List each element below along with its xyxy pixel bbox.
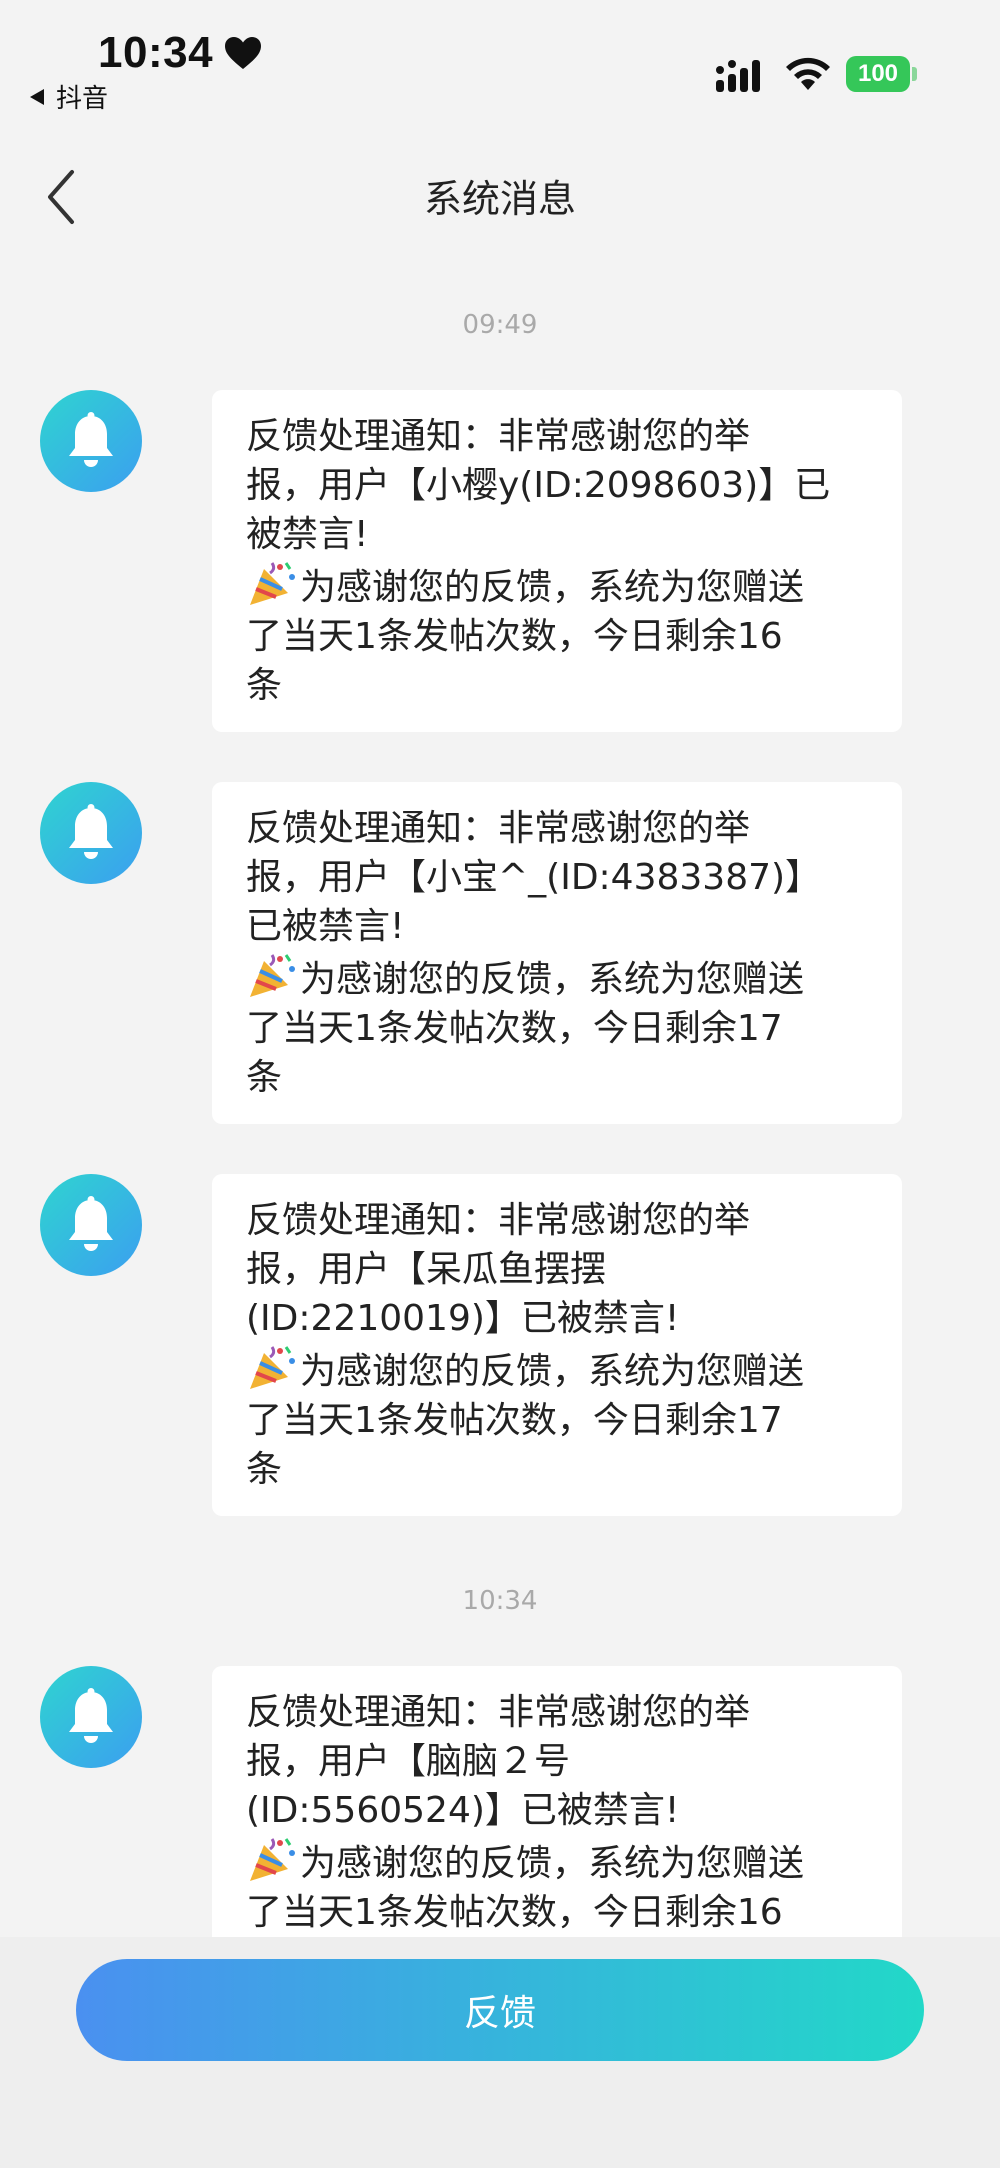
heart-icon — [225, 37, 261, 69]
message-line: 反馈处理通知：非常感谢您的举 — [246, 1200, 751, 1241]
message-text: 为感谢您的反馈，系统为您赠送 — [300, 959, 805, 1000]
bell-icon — [69, 412, 113, 467]
message-text: 为感谢您的反馈，系统为您赠送 — [300, 1843, 805, 1884]
message-line: 了当天1条发帖次数，今日剩余16 — [246, 1892, 783, 1933]
bell-icon — [69, 804, 113, 859]
bell-icon — [69, 1196, 113, 1251]
message-line: 了当天1条发帖次数，今日剩余16 — [246, 616, 783, 657]
message-bubble: 反馈处理通知：非常感谢您的举 报，用户【呆瓜鱼摆摆 (ID:2210019)】已… — [212, 1174, 902, 1516]
message-line: 报，用户【小樱y(ID:2098603)】已 — [246, 465, 831, 506]
party-popper-icon — [250, 562, 295, 605]
message-line: 了当天1条发帖次数，今日剩余17 — [246, 1400, 783, 1441]
message-item: 反馈处理通知：非常感谢您的举 报，用户【小樱y(ID:2098603)】已 被禁… — [40, 390, 1000, 732]
message-line: (ID:5560524)】已被禁言! — [246, 1790, 680, 1831]
message-line: (ID:2210019)】已被禁言! — [246, 1298, 680, 1339]
status-time: 10:34 — [98, 28, 214, 77]
wifi-icon — [786, 57, 830, 90]
message-bubble: 反馈处理通知：非常感谢您的举 报，用户【小樱y(ID:2098603)】已 被禁… — [212, 390, 902, 732]
message-line: 报，用户【小宝^_(ID:4383387)】 — [246, 857, 822, 898]
bottom-bar: 反馈 — [0, 1937, 1000, 2168]
time-separator: 09:49 — [462, 310, 538, 340]
message-line: 条 — [246, 1449, 283, 1490]
system-avatar — [40, 1666, 142, 1768]
battery-level: 100 — [846, 56, 910, 92]
message-line: 反馈处理通知：非常感谢您的举 — [246, 808, 751, 849]
message-line-with-emoji: 为感谢您的反馈，系统为您赠送 — [246, 1343, 874, 1396]
message-feed[interactable]: 09:49 反馈处理通知：非常感谢您的举 报，用户【小樱y(ID:2098603… — [0, 290, 1000, 2009]
feedback-button[interactable]: 反馈 — [76, 1959, 924, 2061]
message-line-with-emoji: 为感谢您的反馈，系统为您赠送 — [246, 559, 874, 612]
status-bar: 10:34 抖音 100 — [0, 0, 1000, 120]
back-triangle-icon — [30, 88, 44, 105]
time-separator: 10:34 — [462, 1586, 538, 1616]
message-bubble: 反馈处理通知：非常感谢您的举 报，用户【小宝^_(ID:4383387)】 已被… — [212, 782, 902, 1124]
party-popper-icon — [250, 1838, 295, 1881]
message-line-with-emoji: 为感谢您的反馈，系统为您赠送 — [246, 951, 874, 1004]
message-line: 被禁言! — [246, 514, 369, 555]
message-line: 了当天1条发帖次数，今日剩余17 — [246, 1008, 783, 1049]
message-item: 反馈处理通知：非常感谢您的举 报，用户【呆瓜鱼摆摆 (ID:2210019)】已… — [40, 1174, 1000, 1516]
message-line: 报，用户【脑脑２号 — [246, 1741, 571, 1782]
system-avatar — [40, 390, 142, 492]
message-line: 条 — [246, 665, 283, 706]
message-item: 反馈处理通知：非常感谢您的举 报，用户【小宝^_(ID:4383387)】 已被… — [40, 782, 1000, 1124]
signal-icon — [716, 60, 760, 92]
message-line: 条 — [246, 1057, 283, 1098]
nav-bar: 系统消息 — [0, 150, 1000, 240]
message-line: 反馈处理通知：非常感谢您的举 — [246, 416, 751, 457]
message-line-with-emoji: 为感谢您的反馈，系统为您赠送 — [246, 1835, 874, 1888]
back-to-app-link[interactable]: 抖音 — [30, 78, 108, 115]
bell-icon — [69, 1688, 113, 1743]
system-avatar — [40, 782, 142, 884]
battery-tip — [912, 67, 917, 81]
message-line: 反馈处理通知：非常感谢您的举 — [246, 1692, 751, 1733]
page-title: 系统消息 — [423, 177, 576, 221]
system-messages-screen: 10:34 抖音 100 系统消息 09:49 反馈处理通知：非常感谢您的举 报… — [0, 0, 1000, 2168]
party-popper-icon — [250, 954, 295, 997]
system-avatar — [40, 1174, 142, 1276]
message-item: 反馈处理通知：非常感谢您的举 报，用户【脑脑２号 (ID:5560524)】已被… — [40, 1666, 1000, 1959]
battery-indicator: 100 — [846, 56, 917, 92]
message-line: 已被禁言! — [246, 906, 405, 947]
message-line: 报，用户【呆瓜鱼摆摆 — [246, 1249, 607, 1290]
back-app-label: 抖音 — [56, 84, 109, 114]
message-text: 为感谢您的反馈，系统为您赠送 — [300, 1351, 805, 1392]
message-text: 为感谢您的反馈，系统为您赠送 — [300, 567, 805, 608]
message-bubble: 反馈处理通知：非常感谢您的举 报，用户【脑脑２号 (ID:5560524)】已被… — [212, 1666, 902, 1959]
party-popper-icon — [250, 1346, 295, 1389]
